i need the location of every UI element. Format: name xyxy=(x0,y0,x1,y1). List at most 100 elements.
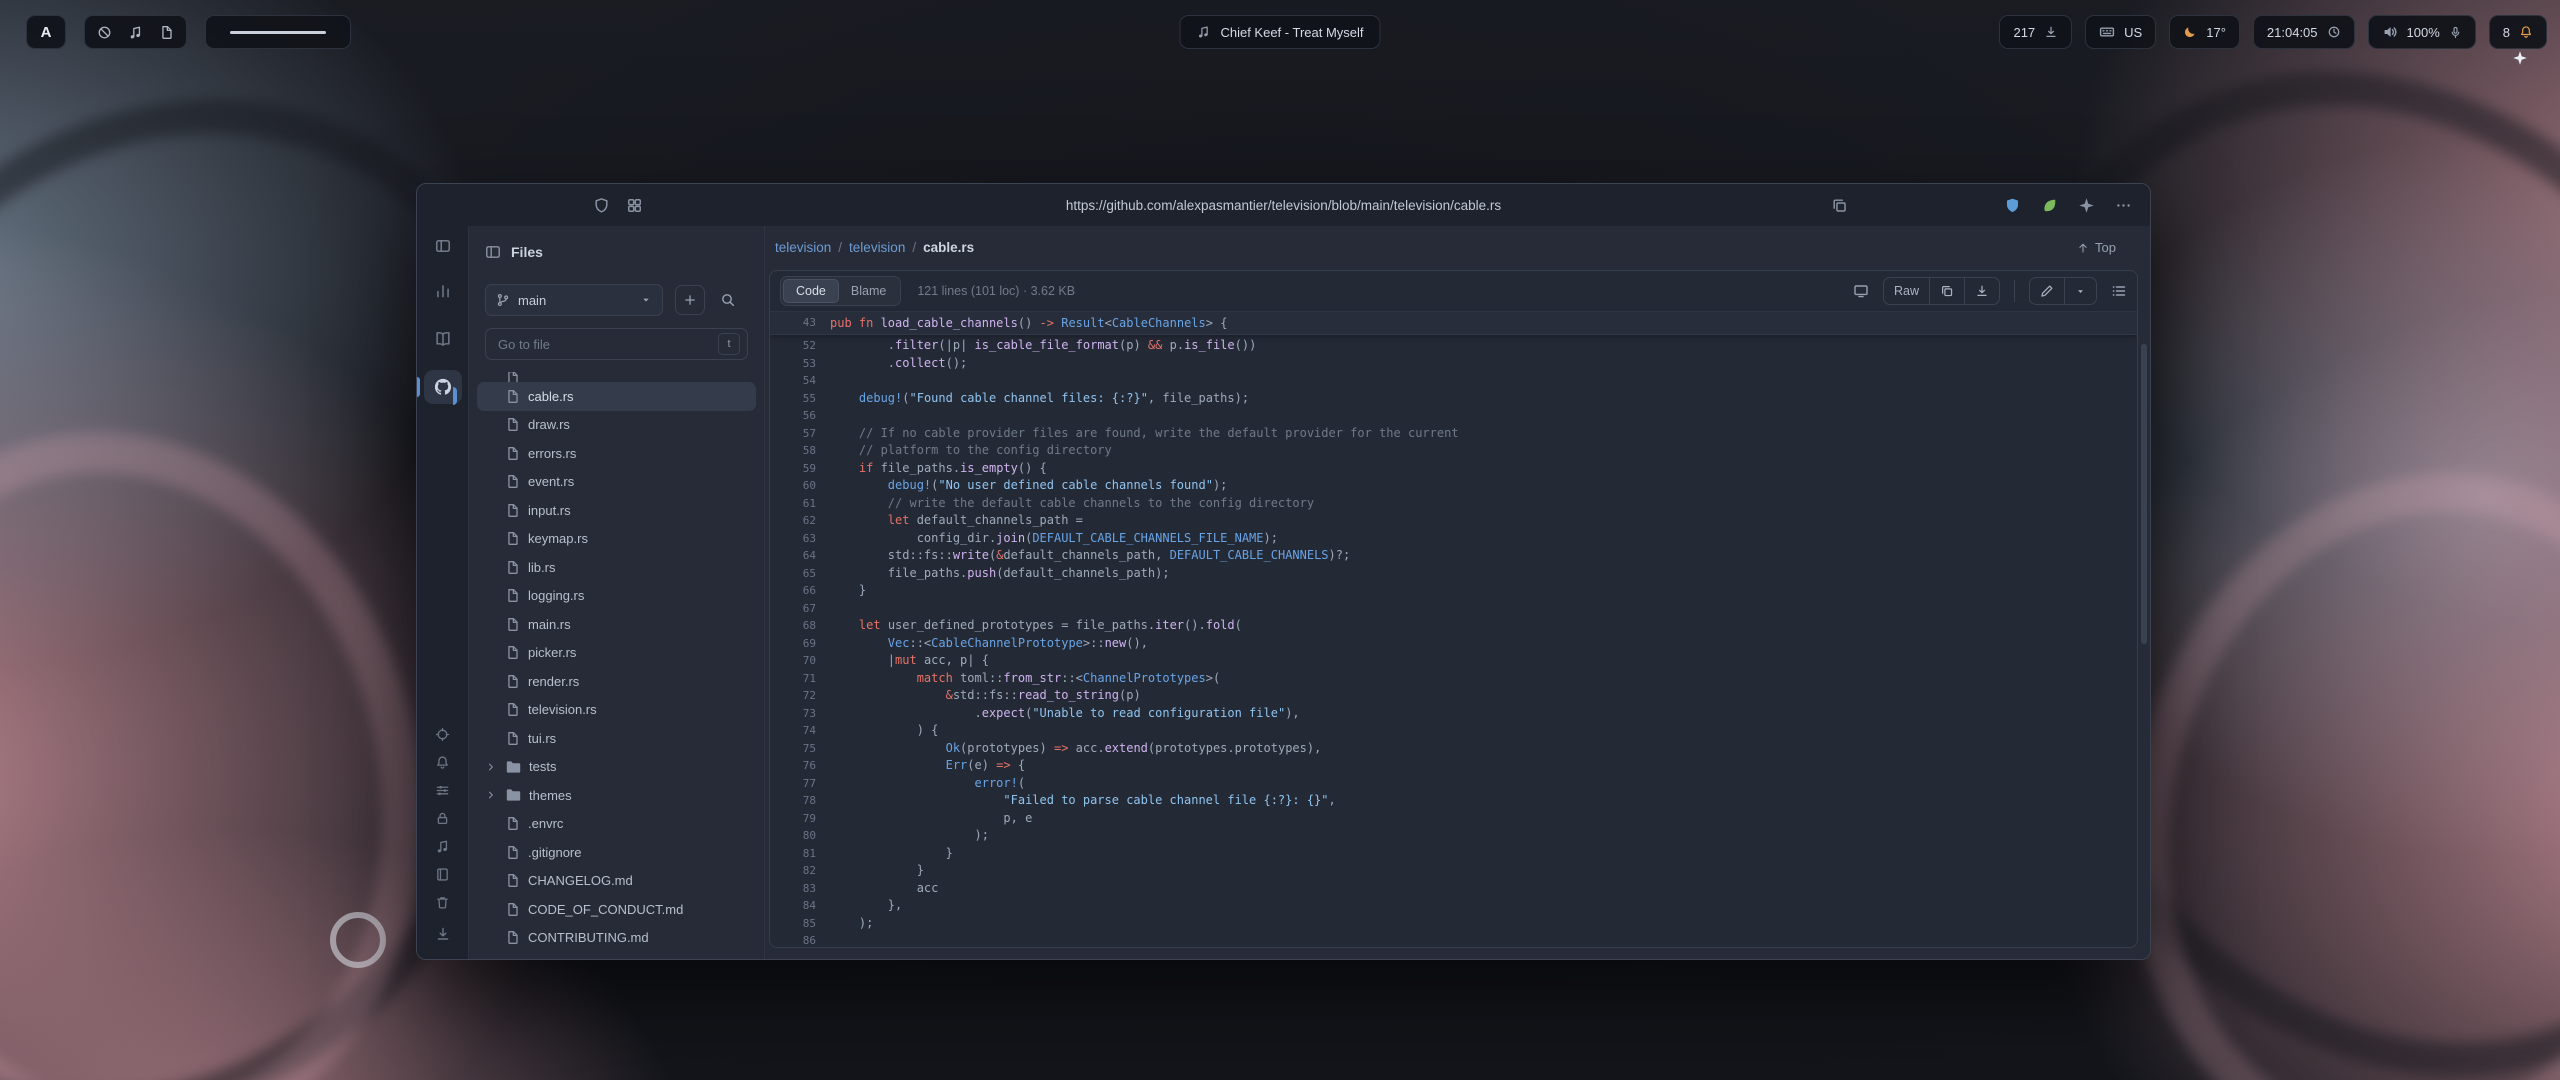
line-number[interactable]: 72 xyxy=(770,687,830,705)
breadcrumb-folder-link[interactable]: television xyxy=(849,240,905,255)
download-raw-button[interactable] xyxy=(1965,278,1999,304)
line-number[interactable]: 84 xyxy=(770,897,830,915)
tree-file[interactable]: lib.rs xyxy=(477,553,756,582)
crosshair-icon[interactable] xyxy=(435,727,450,742)
tree-file[interactable]: event.rs xyxy=(477,468,756,497)
file-icon[interactable] xyxy=(159,25,174,40)
download-icon[interactable] xyxy=(435,926,451,942)
tree-file[interactable]: CONTRIBUTING.md xyxy=(477,924,756,953)
raw-button[interactable]: Raw xyxy=(1884,278,1930,304)
line-number[interactable]: 59 xyxy=(770,460,830,478)
network-module[interactable]: 217 xyxy=(1999,15,2072,49)
line-number[interactable]: 79 xyxy=(770,810,830,828)
tree-file[interactable]: main.rs xyxy=(477,610,756,639)
tree-file[interactable]: CHANGELOG.md xyxy=(477,867,756,896)
tree-file[interactable]: .gitignore xyxy=(477,838,756,867)
sparkle-icon[interactable] xyxy=(2078,197,2095,214)
browser-tab[interactable] xyxy=(424,322,462,356)
branch-selector[interactable]: main xyxy=(485,284,663,316)
audio-module[interactable]: 100% xyxy=(2368,15,2476,49)
line-number[interactable]: 69 xyxy=(770,635,830,653)
line-number[interactable]: 74 xyxy=(770,722,830,740)
slash-circle-icon[interactable] xyxy=(97,25,112,40)
copy-raw-button[interactable] xyxy=(1930,278,1965,304)
line-number[interactable]: 43 xyxy=(770,312,830,334)
line-number[interactable]: 81 xyxy=(770,845,830,863)
tree-file[interactable]: tui.rs xyxy=(477,724,756,753)
music-note-icon[interactable] xyxy=(435,839,450,854)
music-note-icon[interactable] xyxy=(128,25,143,40)
tree-file[interactable]: cable.rs xyxy=(477,382,756,411)
line-number[interactable]: 77 xyxy=(770,775,830,793)
tree-file[interactable]: picker.rs xyxy=(477,639,756,668)
line-number[interactable]: 58 xyxy=(770,442,830,460)
search-files-button[interactable] xyxy=(717,289,739,311)
line-number[interactable]: 65 xyxy=(770,565,830,583)
line-number[interactable]: 73 xyxy=(770,705,830,723)
notifications-module[interactable]: 8 xyxy=(2489,15,2547,49)
line-number[interactable]: 86 xyxy=(770,932,830,948)
weather-module[interactable]: 17° xyxy=(2169,15,2240,49)
edit-dropdown-button[interactable] xyxy=(2065,278,2096,304)
line-number[interactable]: 70 xyxy=(770,652,830,670)
page-scrollbar[interactable] xyxy=(2141,344,2147,644)
code-tab[interactable]: Code xyxy=(783,279,839,303)
line-number[interactable]: 67 xyxy=(770,600,830,618)
add-file-button[interactable] xyxy=(675,285,705,315)
line-number[interactable]: 68 xyxy=(770,617,830,635)
lock-icon[interactable] xyxy=(435,811,450,826)
tree-file[interactable]: draw.rs xyxy=(477,411,756,440)
line-number[interactable]: 82 xyxy=(770,862,830,880)
tree-file[interactable]: .envrc xyxy=(477,810,756,839)
goto-file-input[interactable] xyxy=(496,336,710,353)
extension-green-icon[interactable] xyxy=(2041,197,2058,214)
tree-file[interactable] xyxy=(477,372,756,382)
line-number[interactable]: 57 xyxy=(770,425,830,443)
ellipsis-icon[interactable] xyxy=(2115,197,2132,214)
trash-icon[interactable] xyxy=(435,895,450,910)
now-playing-pill[interactable]: Chief Keef - Treat Myself xyxy=(1179,15,1380,49)
line-number[interactable]: 66 xyxy=(770,582,830,600)
line-number[interactable]: 85 xyxy=(770,915,830,933)
breadcrumb-repo-link[interactable]: television xyxy=(775,240,831,255)
system-tray[interactable] xyxy=(84,15,187,49)
tree-file[interactable]: input.rs xyxy=(477,496,756,525)
line-number[interactable]: 64 xyxy=(770,547,830,565)
line-number[interactable]: 62 xyxy=(770,512,830,530)
keyboard-layout-module[interactable]: US xyxy=(2085,15,2156,49)
tree-file[interactable]: render.rs xyxy=(477,667,756,696)
monitor-icon[interactable] xyxy=(1853,283,1869,299)
tree-folder[interactable]: themes xyxy=(477,781,756,810)
tree-folder[interactable]: tests xyxy=(477,753,756,782)
tree-file[interactable]: errors.rs xyxy=(477,439,756,468)
line-number[interactable]: 61 xyxy=(770,495,830,513)
url-bar[interactable]: https://github.com/alexpasmantier/televi… xyxy=(1066,184,1501,226)
line-number[interactable]: 83 xyxy=(770,880,830,898)
copy-pages-icon[interactable] xyxy=(1831,197,1848,214)
line-number[interactable]: 63 xyxy=(770,530,830,548)
line-number[interactable]: 80 xyxy=(770,827,830,845)
shield-icon[interactable] xyxy=(593,197,610,214)
line-number[interactable]: 76 xyxy=(770,757,830,775)
tree-file[interactable] xyxy=(477,952,756,960)
line-number[interactable]: 71 xyxy=(770,670,830,688)
line-number[interactable]: 55 xyxy=(770,390,830,408)
symbols-panel-icon[interactable] xyxy=(2111,283,2127,299)
sliders-icon[interactable] xyxy=(435,783,450,798)
line-number[interactable]: 53 xyxy=(770,355,830,373)
window-title-pill[interactable] xyxy=(205,15,351,49)
edit-file-button[interactable] xyxy=(2030,278,2065,304)
panel-left-icon[interactable] xyxy=(435,238,451,254)
tree-file[interactable]: logging.rs xyxy=(477,582,756,611)
tree-file[interactable]: keymap.rs xyxy=(477,525,756,554)
extension-blue-icon[interactable] xyxy=(2004,197,2021,214)
line-number[interactable]: 54 xyxy=(770,372,830,390)
browser-tab[interactable] xyxy=(424,274,462,308)
line-number[interactable]: 75 xyxy=(770,740,830,758)
line-number[interactable]: 60 xyxy=(770,477,830,495)
line-number[interactable]: 56 xyxy=(770,407,830,425)
bell-icon[interactable] xyxy=(435,755,450,770)
tree-file[interactable]: television.rs xyxy=(477,696,756,725)
clock-module[interactable]: 21:04:05 xyxy=(2253,15,2355,49)
scroll-to-top-link[interactable]: Top xyxy=(2077,240,2116,255)
